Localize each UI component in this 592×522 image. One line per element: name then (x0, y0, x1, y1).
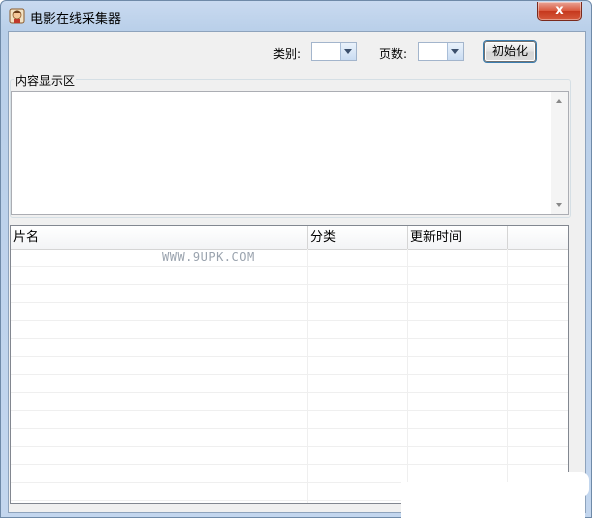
pages-label: 页数: (379, 47, 408, 61)
client-area: 类别: 页数: 初始化 内容显示区 片名 分类 更新时间 WWW.9UPK.CO… (8, 31, 589, 522)
scroll-up-icon[interactable] (556, 99, 562, 103)
list-row[interactable] (11, 249, 568, 267)
list-row[interactable] (11, 321, 568, 339)
category-label: 类别: (273, 47, 302, 61)
app-icon (9, 8, 25, 24)
column-header-category[interactable]: 分类 (308, 226, 408, 249)
app-window: 电影在线采集器 x 类别: 页数: 初始化 内容显示区 片名 分类 更新时间 W… (0, 0, 592, 522)
close-button[interactable]: x (537, 2, 582, 21)
list-row[interactable] (11, 411, 568, 429)
list-row[interactable] (11, 267, 568, 285)
movie-list[interactable]: 片名 分类 更新时间 WWW.9UPK.COM (10, 225, 569, 504)
white-overlay (554, 472, 589, 497)
list-row[interactable] (11, 339, 568, 357)
content-group-title: 内容显示区 (14, 72, 77, 89)
window-title: 电影在线采集器 (30, 12, 122, 27)
category-select[interactable] (311, 42, 357, 61)
scroll-down-icon[interactable] (556, 203, 562, 207)
chevron-down-icon[interactable] (447, 43, 463, 60)
watermark-text: WWW.9UPK.COM (162, 250, 255, 264)
content-textarea[interactable] (11, 91, 569, 215)
title-bar[interactable]: 电影在线采集器 x (1, 1, 591, 31)
content-scrollbar[interactable] (551, 92, 568, 214)
list-row[interactable] (11, 429, 568, 447)
list-row[interactable] (11, 447, 568, 465)
close-icon: x (555, 3, 564, 18)
init-button[interactable]: 初始化 (484, 41, 536, 62)
list-header: 片名 分类 更新时间 (11, 226, 568, 250)
list-row[interactable] (11, 357, 568, 375)
column-header-title[interactable]: 片名 (11, 226, 308, 249)
list-row[interactable] (11, 393, 568, 411)
list-row[interactable] (11, 303, 568, 321)
chevron-down-icon[interactable] (340, 43, 356, 60)
column-header-updated[interactable]: 更新时间 (408, 226, 508, 249)
pages-select[interactable] (418, 42, 464, 61)
list-row[interactable] (11, 465, 568, 483)
list-row[interactable] (11, 285, 568, 303)
list-row[interactable] (11, 375, 568, 393)
